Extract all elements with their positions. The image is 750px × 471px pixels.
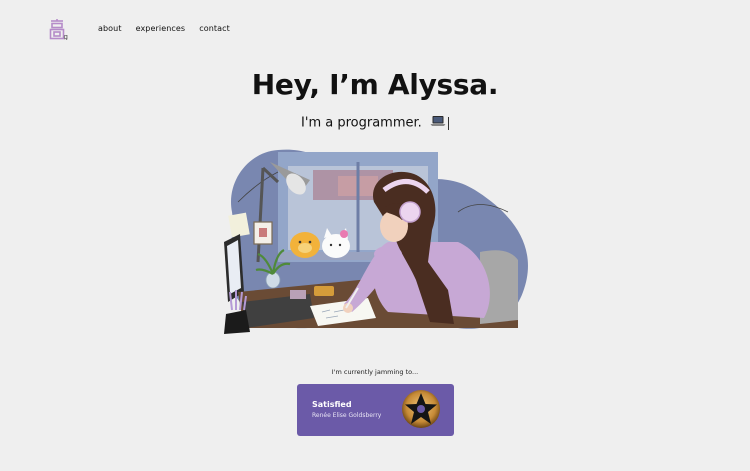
nav-links: about experiences contact: [98, 24, 230, 33]
subtitle-text: I'm a programmer.: [301, 115, 422, 131]
top-nav: g about experiences contact: [0, 0, 750, 58]
now-playing-label: I'm currently jamming to...: [331, 368, 419, 376]
nav-link-experiences[interactable]: experiences: [136, 24, 186, 33]
hero-subtitle: I'm a programmer.: [0, 115, 750, 131]
now-playing-card[interactable]: Satisfied Renée Elise Goldsberry: [297, 384, 454, 436]
kanji-logo-icon[interactable]: g: [48, 18, 70, 41]
typing-cursor: [447, 116, 449, 130]
svg-text:g: g: [64, 33, 68, 40]
girl-drawing-at-desk-illustration: [224, 149, 528, 334]
nav-link-contact[interactable]: contact: [199, 24, 230, 33]
logo-glyph: g: [49, 19, 68, 41]
song-title[interactable]: Satisfied: [312, 400, 352, 409]
hamilton-star-album-art-icon: [402, 390, 440, 428]
laptop-emoji-icon: [430, 115, 446, 131]
nav-link-about[interactable]: about: [98, 24, 122, 33]
song-artist: Renée Elise Goldsberry: [312, 412, 382, 419]
hero-title: Hey, I’m Alyssa.: [251, 68, 499, 101]
